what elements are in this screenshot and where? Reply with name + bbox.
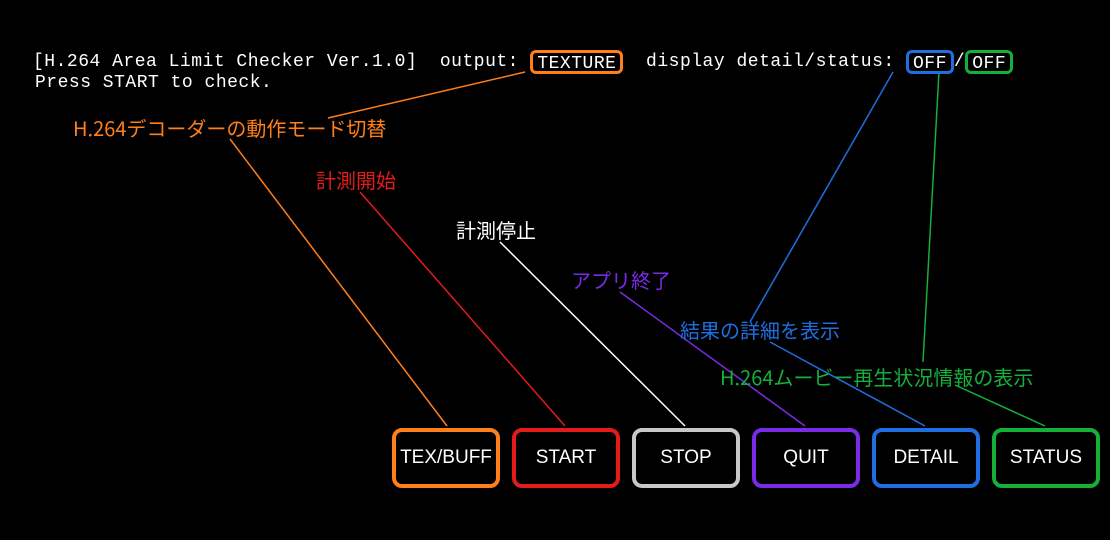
annotation-mode-switch: H.264デコーダーの動作モード切替 <box>73 113 386 142</box>
annotation-quit: アプリ終了 <box>571 265 671 294</box>
quit-button[interactable]: QUIT <box>752 428 860 488</box>
slash-sep: / <box>954 52 965 72</box>
header-line: [H.264 Area Limit Checker Ver.1.0] outpu… <box>33 50 1013 74</box>
status-button[interactable]: STATUS <box>992 428 1100 488</box>
stop-button[interactable]: STOP <box>632 428 740 488</box>
detail-status-label: display detail/status: <box>646 52 895 72</box>
tex-buff-button[interactable]: TEX/BUFF <box>392 428 500 488</box>
start-button[interactable]: START <box>512 428 620 488</box>
output-value-chip: TEXTURE <box>530 50 623 74</box>
app-title: [H.264 Area Limit Checker Ver.1.0] <box>33 52 417 72</box>
status-value-chip: OFF <box>965 50 1013 74</box>
button-row: TEX/BUFF START STOP QUIT DETAIL STATUS <box>392 428 1100 488</box>
annotation-stop: 計測停止 <box>456 215 536 244</box>
annotation-start: 計測開始 <box>316 165 396 194</box>
annotation-detail: 結果の詳細を表示 <box>680 315 840 344</box>
output-label: output: <box>440 52 519 72</box>
spacer <box>417 52 440 72</box>
detail-button[interactable]: DETAIL <box>872 428 980 488</box>
app-stage: [H.264 Area Limit Checker Ver.1.0] outpu… <box>0 0 1110 540</box>
annotation-status: H.264ムービー再生状況情報の表示 <box>720 362 1033 391</box>
instruction-line: Press START to check. <box>35 73 272 93</box>
detail-value-chip: OFF <box>906 50 954 74</box>
